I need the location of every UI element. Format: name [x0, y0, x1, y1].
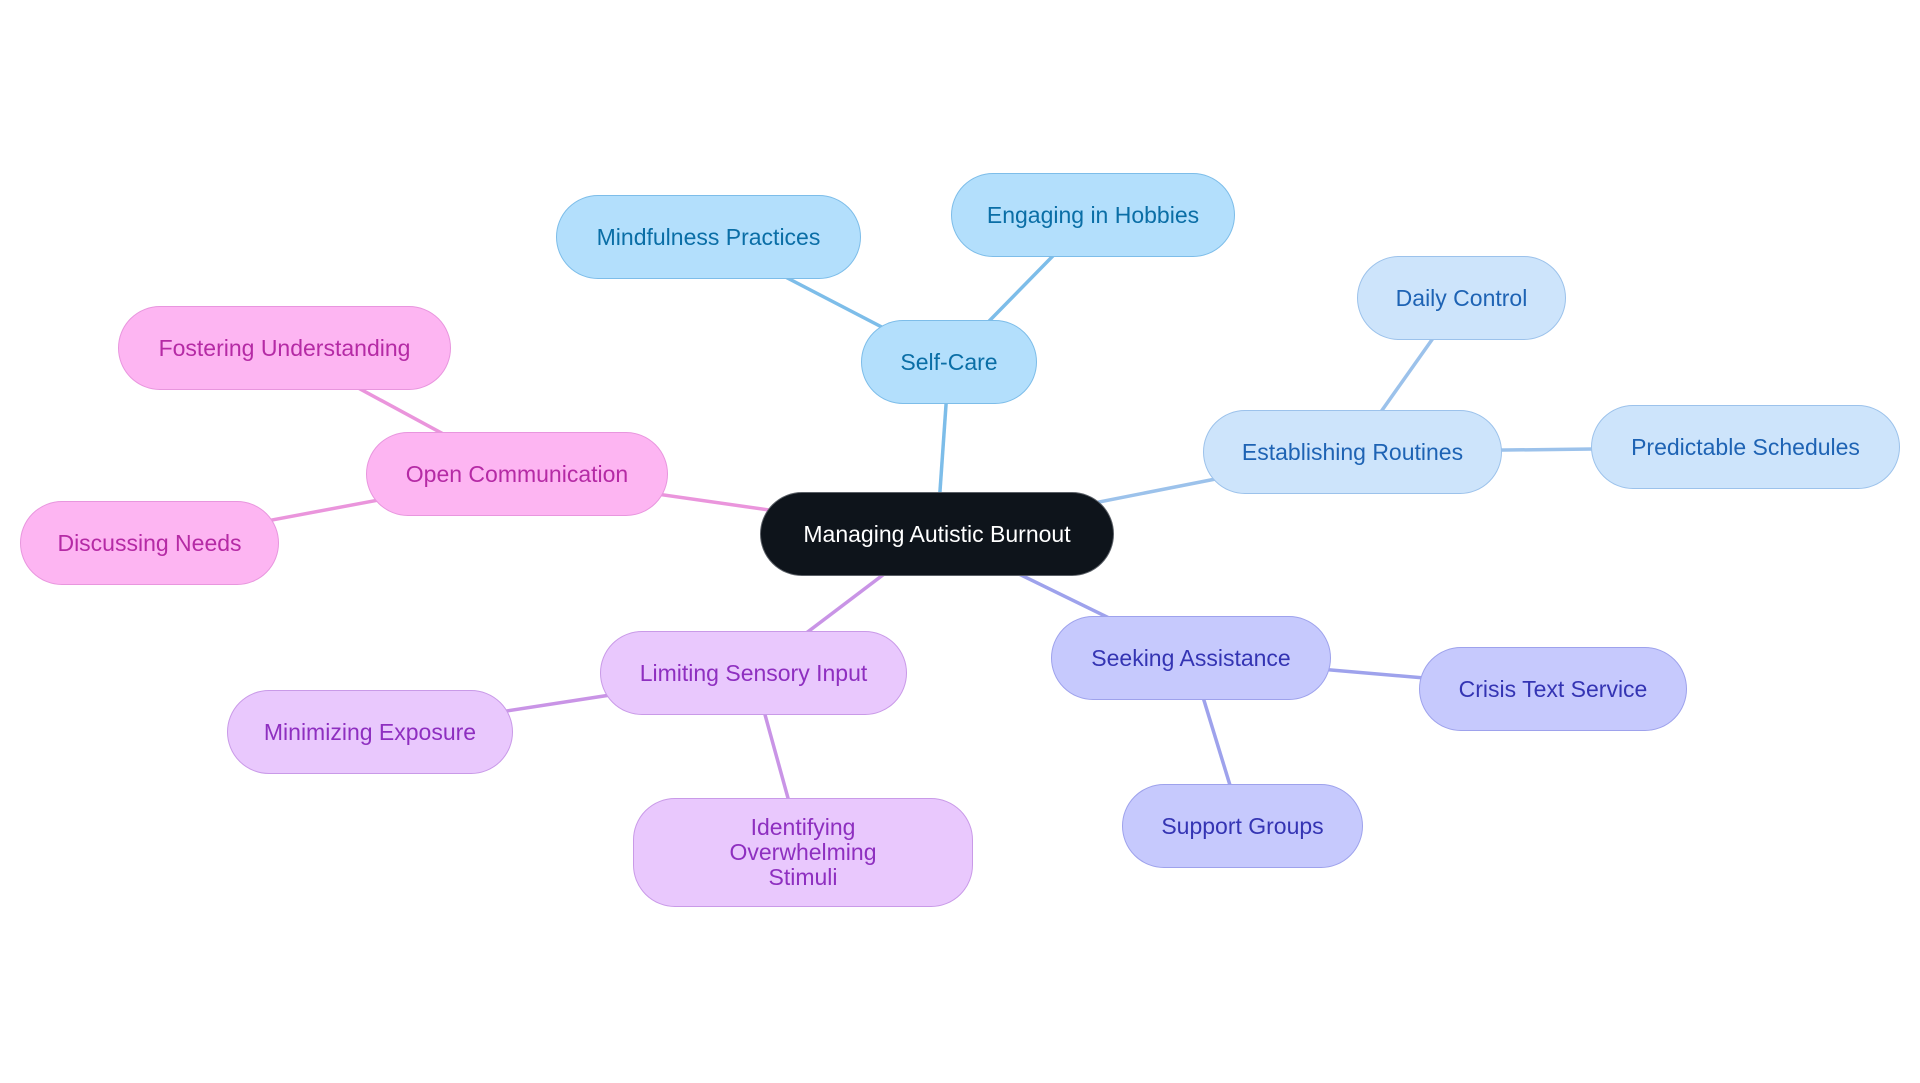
node-mindfulness-practices[interactable]: Mindfulness Practices: [556, 195, 861, 279]
node-identifying-overwhelming-stimuli[interactable]: Identifying Overwhelming Stimuli: [633, 798, 973, 907]
node-open-communication[interactable]: Open Communication: [366, 432, 668, 516]
node-support-groups[interactable]: Support Groups: [1122, 784, 1363, 868]
node-self-care[interactable]: Self-Care: [861, 320, 1037, 404]
node-discussing-needs[interactable]: Discussing Needs: [20, 501, 279, 585]
node-engaging-in-hobbies[interactable]: Engaging in Hobbies: [951, 173, 1235, 257]
node-fostering-understanding[interactable]: Fostering Understanding: [118, 306, 451, 390]
node-crisis-text-service[interactable]: Crisis Text Service: [1419, 647, 1687, 731]
node-daily-control[interactable]: Daily Control: [1357, 256, 1566, 340]
root-node[interactable]: Managing Autistic Burnout: [760, 492, 1114, 576]
node-seeking-assistance[interactable]: Seeking Assistance: [1051, 616, 1331, 700]
node-establishing-routines[interactable]: Establishing Routines: [1203, 410, 1502, 494]
node-minimizing-exposure[interactable]: Minimizing Exposure: [227, 690, 513, 774]
node-limiting-sensory-input[interactable]: Limiting Sensory Input: [600, 631, 907, 715]
node-predictable-schedules[interactable]: Predictable Schedules: [1591, 405, 1900, 489]
